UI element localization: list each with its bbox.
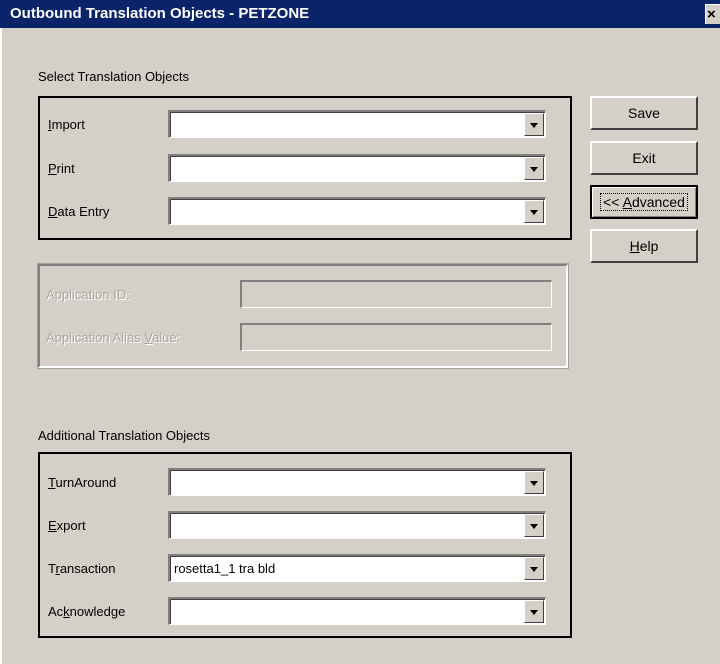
chevron-down-icon [530,481,538,486]
help-button-label: Help [629,238,659,254]
data-entry-label: Data Entry [48,204,110,219]
select-group-label: Select Translation Objects [38,69,190,84]
import-label: Import [48,117,85,132]
print-label: Print [48,161,75,176]
advanced-button[interactable]: << Advanced [590,185,698,219]
application-id-label: Application ID: [46,287,130,302]
export-label: Export [48,518,86,533]
print-combobox[interactable] [168,154,546,182]
application-id-field [240,280,552,308]
acknowledge-combobox[interactable] [168,597,546,625]
turnaround-combobox[interactable] [168,468,546,496]
export-dropdown-button[interactable] [524,514,544,537]
acknowledge-dropdown-button[interactable] [524,600,544,623]
save-button[interactable]: Save [590,96,698,130]
transaction-label: Transaction [48,561,116,576]
chevron-down-icon [530,610,538,615]
title-bar: Outbound Translation Objects - PETZONE × [0,0,720,28]
export-combobox[interactable] [168,511,546,539]
application-alias-field [240,323,552,351]
acknowledge-label: Acknowledge [48,604,126,619]
chevron-down-icon [530,123,538,128]
data-entry-combobox[interactable] [168,197,546,225]
chevron-down-icon [530,567,538,572]
import-dropdown-button[interactable] [524,113,544,136]
import-combobox[interactable] [168,110,546,138]
close-icon[interactable]: × [705,4,720,24]
turnaround-dropdown-button[interactable] [524,471,544,494]
application-alias-label: Application Alias Value: [46,330,181,345]
transaction-dropdown-button[interactable] [524,557,544,580]
advanced-button-label: << Advanced [600,193,688,211]
window-title: Outbound Translation Objects - PETZONE [10,5,310,22]
chevron-down-icon [530,210,538,215]
additional-group-label: Additional Translation Objects [38,428,210,443]
chevron-down-icon [530,167,538,172]
print-dropdown-button[interactable] [524,157,544,180]
exit-button-label: Exit [632,150,656,166]
transaction-value: rosetta1_1 tra bld [174,561,276,576]
data-entry-dropdown-button[interactable] [524,200,544,223]
chevron-down-icon [530,524,538,529]
help-button[interactable]: Help [590,229,698,263]
exit-button[interactable]: Exit [590,141,698,175]
transaction-combobox[interactable]: rosetta1_1 tra bld [168,554,546,582]
save-button-label: Save [628,105,660,121]
turnaround-label: TurnAround [48,475,117,490]
